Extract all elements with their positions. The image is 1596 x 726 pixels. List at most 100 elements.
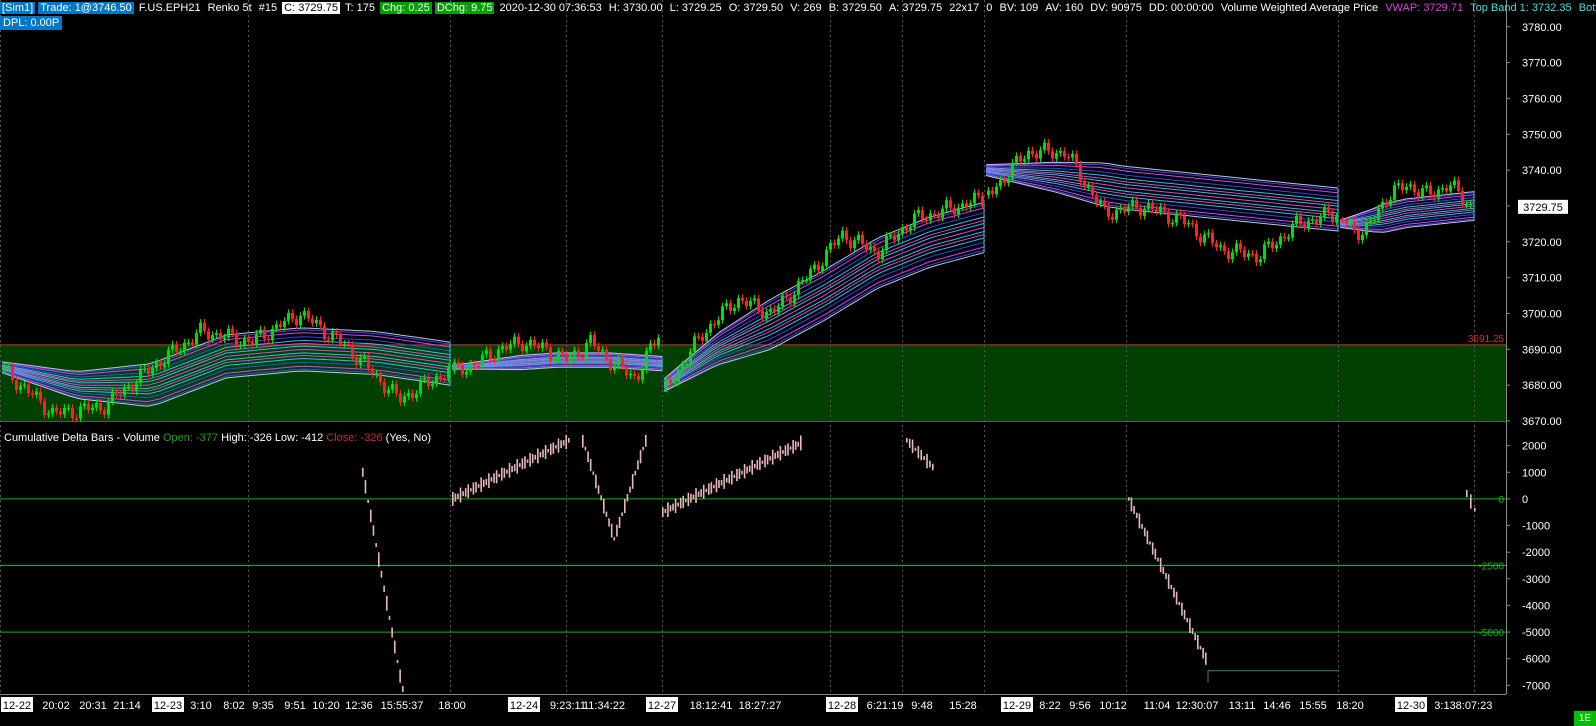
candle (363, 356, 366, 359)
candle (517, 336, 520, 345)
status-badge[interactable]: 1E (1574, 711, 1596, 726)
candle (375, 373, 378, 375)
candle (211, 335, 214, 340)
delta-bar (386, 595, 388, 611)
delta-bar (631, 473, 634, 489)
candle (565, 353, 568, 362)
candle (1191, 222, 1194, 225)
candle (1151, 202, 1154, 210)
candle (573, 350, 576, 356)
candle (1259, 259, 1262, 263)
chart-canvas[interactable]: 3691.25 3780.00 3770.00 3760.00 3750.00 3740.… (0, 0, 1596, 726)
candle (307, 311, 310, 319)
candle (1385, 202, 1388, 206)
ticks-value: T: 175 (345, 2, 375, 14)
candle (857, 234, 860, 241)
delta-bar (917, 445, 920, 459)
trade-label[interactable]: Trade: 1@3746.50 (38, 2, 134, 14)
candle (1111, 216, 1114, 220)
candle (19, 385, 22, 391)
candle (399, 393, 402, 403)
candle (367, 356, 370, 369)
account-label[interactable]: [Sim1] (0, 2, 36, 14)
delta-bar (542, 449, 544, 458)
candle (335, 331, 338, 336)
candle (7, 366, 10, 368)
candle (897, 233, 900, 241)
delta-bar (1154, 548, 1157, 560)
candle (669, 379, 672, 384)
candle (231, 328, 234, 334)
candle (1103, 201, 1106, 206)
candle (1275, 244, 1278, 249)
candle (1417, 192, 1420, 197)
candle (1243, 249, 1246, 257)
candle (813, 264, 816, 270)
candle (841, 230, 844, 239)
candle (605, 349, 608, 359)
candle (155, 362, 158, 369)
delta-level-label: -2500 (1478, 561, 1504, 572)
delta-bar (1470, 494, 1472, 509)
delta-bar (467, 484, 470, 498)
date-label: 12-29 (1003, 700, 1031, 712)
candle (909, 227, 912, 231)
candle (1345, 220, 1348, 224)
delta-bar (506, 469, 508, 474)
delta-bar (613, 537, 616, 541)
delta-bar (766, 454, 769, 465)
candle (1179, 213, 1182, 216)
candle (1083, 181, 1086, 187)
candle (589, 334, 592, 343)
time-label: 9:48 (911, 700, 932, 712)
candle (1437, 189, 1440, 198)
delta-bar (513, 464, 516, 472)
delta-bar (743, 463, 746, 479)
delta-tick-label: 0 (1522, 494, 1528, 506)
candle (95, 403, 98, 408)
candle (1465, 204, 1468, 207)
delta-tick-label: -7000 (1522, 680, 1550, 692)
change-value: Chg: 0.25 (380, 2, 432, 14)
candle (195, 332, 198, 345)
time-label: 20:31 (79, 700, 107, 712)
candle (295, 318, 298, 326)
candle (187, 342, 190, 345)
delta-bar (480, 477, 482, 492)
candle (885, 235, 888, 251)
candle (553, 359, 556, 362)
candle (151, 368, 154, 374)
candle (469, 363, 472, 372)
candle (689, 351, 692, 364)
candle (785, 295, 788, 298)
delta-bar (399, 669, 401, 683)
delta-volume-value: DV: 90975 (1090, 2, 1142, 14)
delta-bar (584, 446, 587, 451)
delta-tick-label: 1000 (1522, 467, 1546, 479)
delta-bar (1170, 584, 1173, 590)
candle (1335, 216, 1338, 222)
candle (797, 281, 800, 295)
candle (1263, 244, 1266, 260)
candle (203, 322, 206, 331)
candle (1409, 184, 1412, 187)
dpl-label[interactable]: DPL: 0.00P (0, 16, 63, 30)
delta-tick-label: -2000 (1522, 547, 1550, 559)
delta-bar (748, 465, 751, 472)
candle (259, 329, 262, 334)
candle (969, 203, 972, 208)
bid-ask-size-value: 22x17 (949, 2, 980, 14)
candle (577, 350, 580, 357)
candle (411, 392, 414, 399)
candle (845, 230, 848, 241)
candle (379, 373, 382, 383)
delta-bar (708, 483, 710, 495)
candle (805, 279, 808, 282)
candle (235, 333, 238, 346)
delta-tick-label: -6000 (1522, 654, 1550, 666)
candle (1107, 205, 1110, 217)
delta-bar (629, 486, 631, 493)
candle (275, 324, 278, 329)
candle (1039, 149, 1042, 159)
candle (761, 310, 764, 319)
